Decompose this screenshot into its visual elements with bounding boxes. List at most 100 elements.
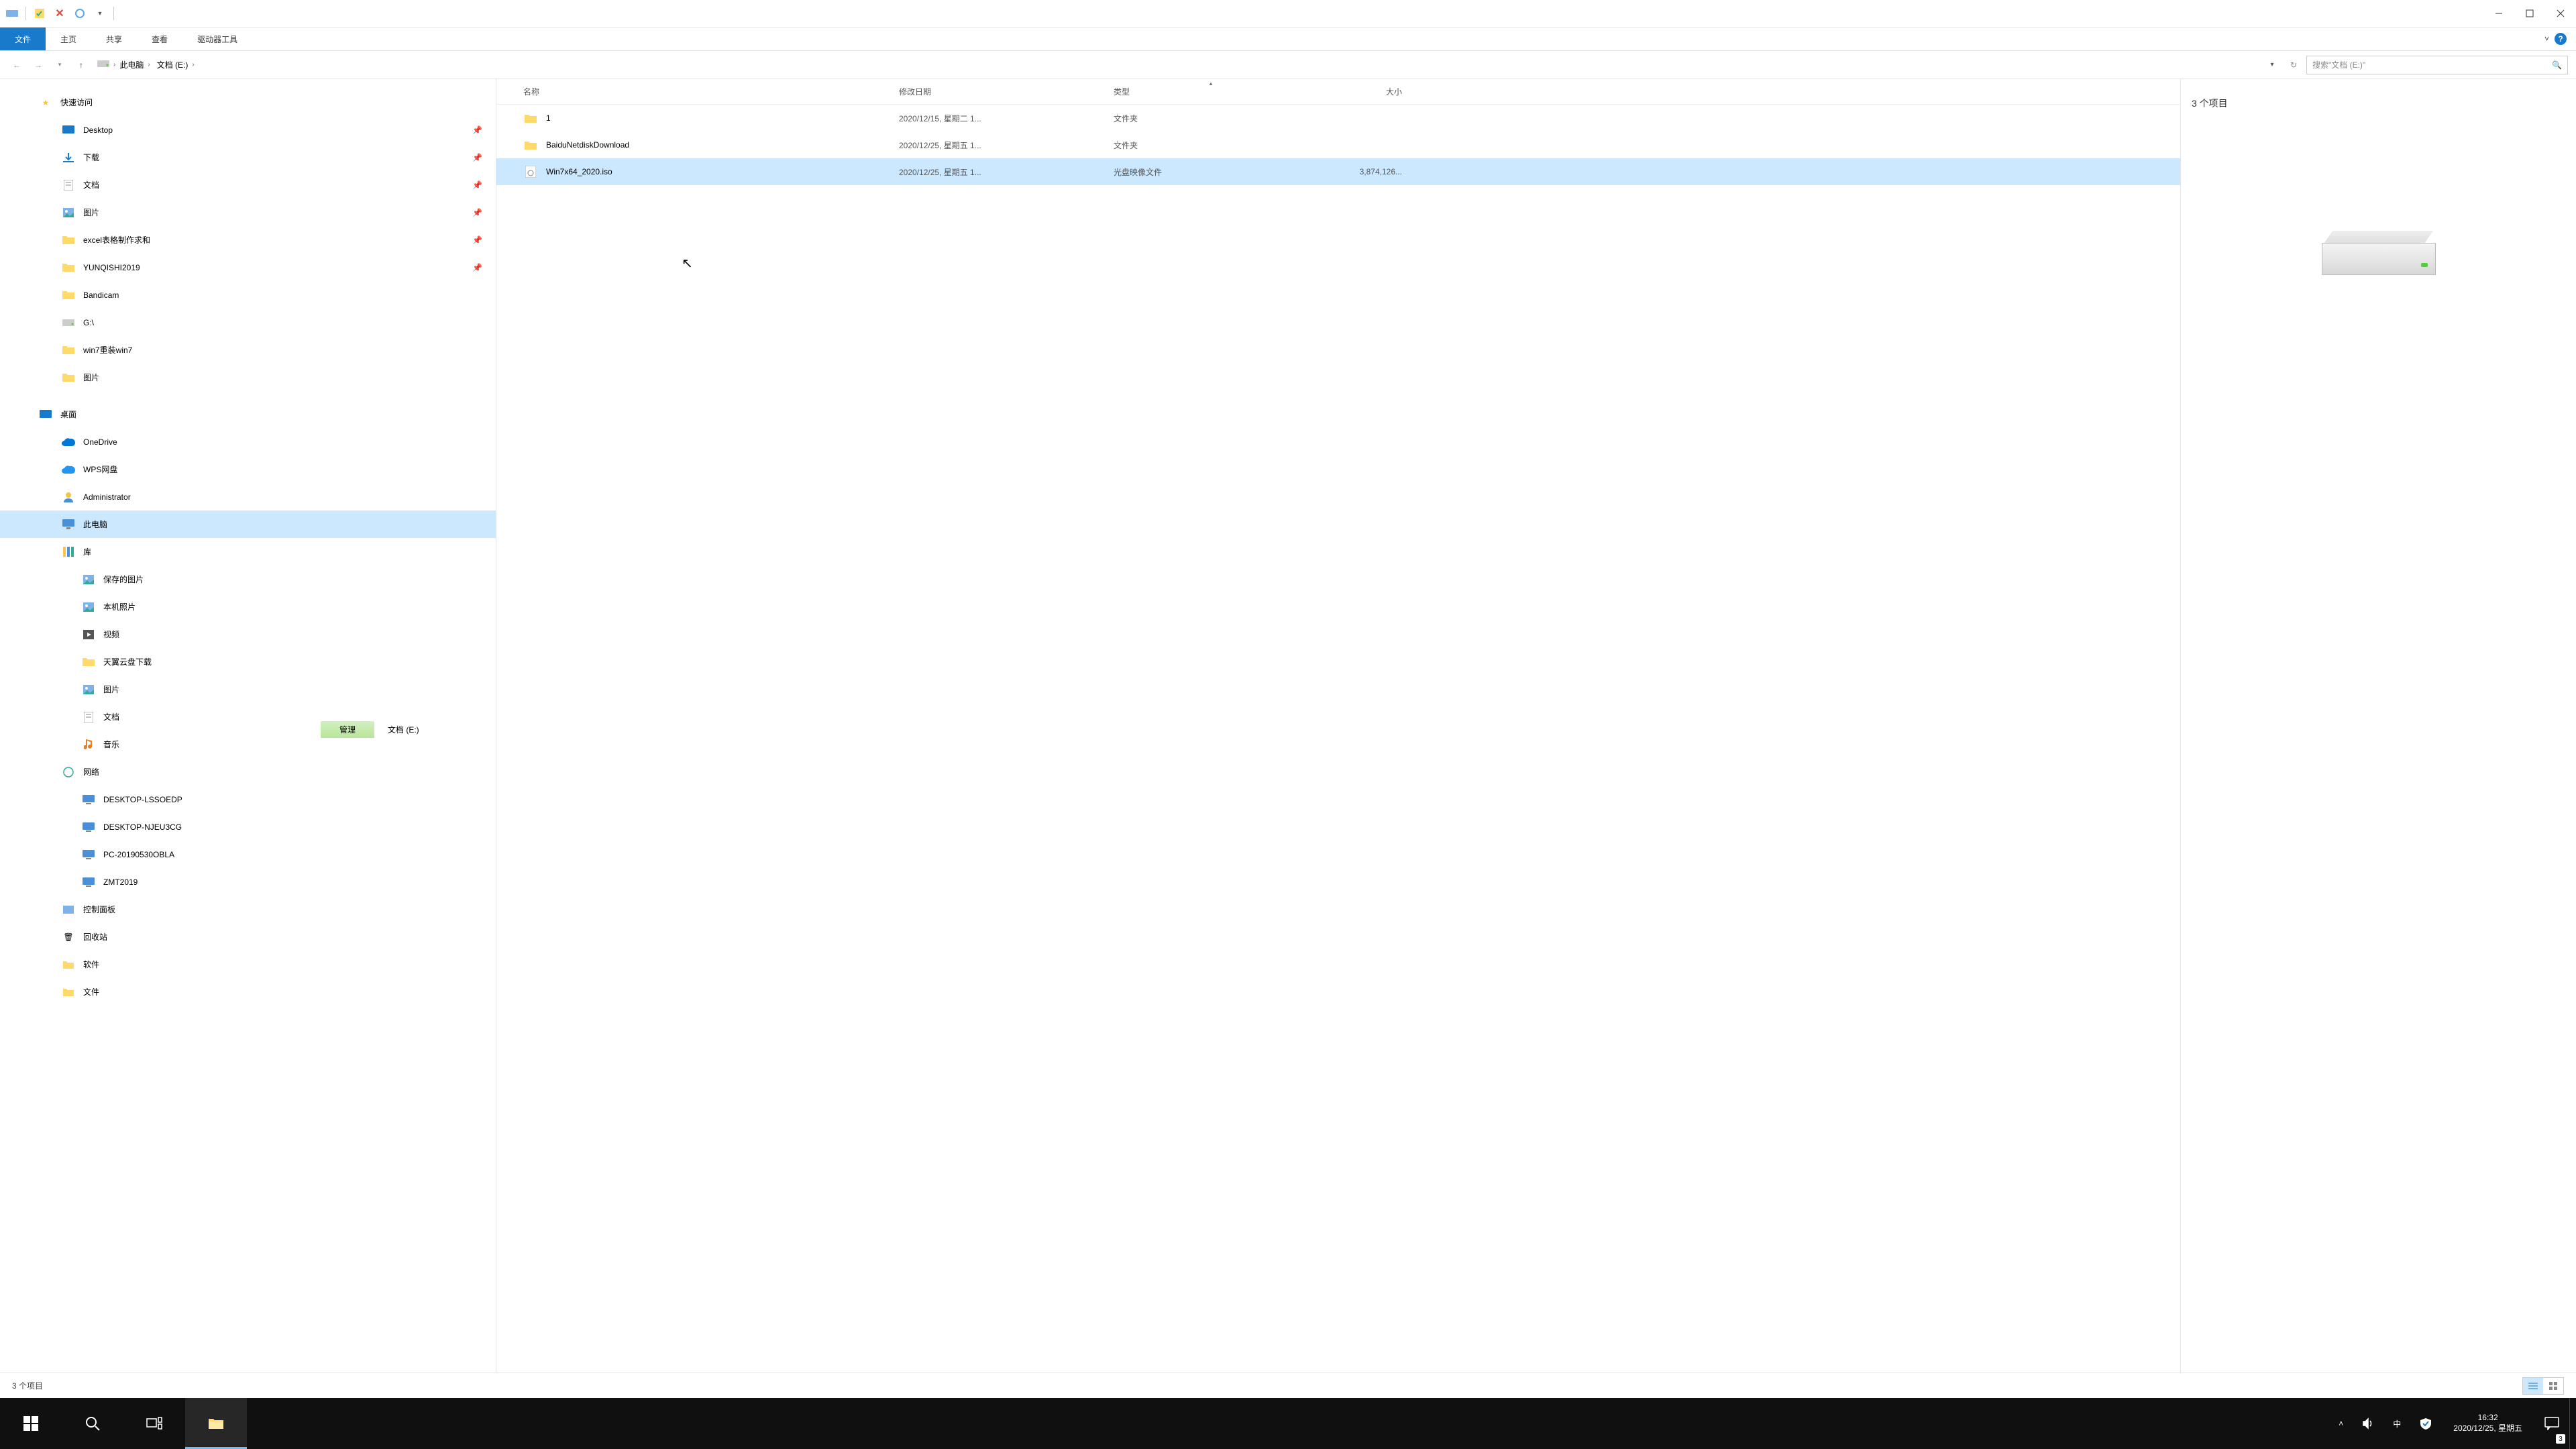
tree-library-item[interactable]: 文档 — [0, 703, 496, 731]
libraries-icon — [62, 545, 75, 559]
desktop-icon — [39, 408, 52, 421]
pin-icon: 📌 — [472, 263, 482, 272]
cell-type: 文件夹 — [1114, 140, 1295, 151]
notification-badge: 3 — [2556, 1434, 2565, 1444]
show-desktop-button[interactable] — [2569, 1398, 2576, 1449]
ribbon-tab-view[interactable]: 查看 — [137, 28, 182, 50]
tree-quick-item[interactable]: 图片 — [0, 364, 496, 391]
taskbar: ˄ 中 16:32 2020/12/25, 星期五 3 — [0, 1398, 2576, 1449]
tray-notifications-button[interactable]: 3 — [2534, 1398, 2569, 1449]
titlebar: ✕ ▾ 管理 文档 (E:) — [0, 0, 2576, 28]
tree-library-item[interactable]: 视频 — [0, 621, 496, 648]
nav-recent-dropdown[interactable]: ▾ — [51, 56, 68, 74]
tree-network-item[interactable]: PC-20190530OBLA — [0, 841, 496, 868]
col-header-type[interactable]: 类型 — [1114, 86, 1295, 97]
search-icon[interactable]: 🔍 — [2552, 60, 2562, 70]
col-header-date[interactable]: 修改日期 — [899, 86, 1114, 97]
tree-quick-item[interactable]: Bandicam — [0, 281, 496, 309]
tree-folder-files[interactable]: 文件 — [0, 978, 496, 1006]
tree-quick-item[interactable]: Desktop📌 — [0, 116, 496, 144]
folder-icon — [523, 138, 538, 152]
tree-network-item[interactable]: ZMT2019 — [0, 868, 496, 896]
tree-network[interactable]: 网络 — [0, 758, 496, 786]
navigation-pane[interactable]: ★ 快速访问 Desktop📌下载📌文档📌图片📌excel表格制作求和📌YUNQ… — [0, 79, 496, 1373]
ribbon-tab-file[interactable]: 文件 — [0, 28, 46, 50]
tree-recycle-bin[interactable]: 🗑 回收站 — [0, 923, 496, 951]
qat-undo-icon[interactable] — [73, 7, 87, 20]
tree-library-item[interactable]: 本机照片 — [0, 593, 496, 621]
tree-quick-item[interactable]: G:\ — [0, 309, 496, 336]
tree-library-item[interactable]: 保存的图片 — [0, 566, 496, 593]
tree-desktop-item[interactable]: WPS网盘 — [0, 455, 496, 483]
nav-up-button[interactable]: ↑ — [72, 56, 90, 74]
start-button[interactable] — [0, 1398, 62, 1449]
ribbon-tab-share[interactable]: 共享 — [91, 28, 137, 50]
col-header-size[interactable]: 大小 — [1295, 86, 1415, 97]
file-row[interactable]: Win7x64_2020.iso2020/12/25, 星期五 1...光盘映像… — [496, 158, 2180, 185]
tree-library-item[interactable]: 图片 — [0, 676, 496, 703]
tree-network-item[interactable]: DESKTOP-NJEU3CG — [0, 813, 496, 841]
tree-control-panel[interactable]: 控制面板 — [0, 896, 496, 923]
tree-desktop-item[interactable]: OneDrive — [0, 428, 496, 455]
tray-security-icon[interactable] — [2410, 1398, 2441, 1449]
tree-quick-item[interactable]: 图片📌 — [0, 199, 496, 226]
address-dropdown-icon[interactable]: ▾ — [2263, 56, 2281, 74]
tree-quick-item[interactable]: YUNQISHI2019📌 — [0, 254, 496, 281]
tree-desktop-root[interactable]: 桌面 — [0, 400, 496, 428]
taskbar-search-button[interactable] — [62, 1398, 123, 1449]
tree-quick-item[interactable]: win7重装win7 — [0, 336, 496, 364]
search-input[interactable]: 搜索"文档 (E:)" 🔍 — [2306, 56, 2568, 74]
qat-properties-icon[interactable] — [33, 7, 46, 20]
breadcrumb-thispc[interactable]: 此电脑› — [117, 58, 152, 72]
tree-quick-item[interactable]: excel表格制作求和📌 — [0, 226, 496, 254]
close-button[interactable] — [2545, 3, 2576, 23]
pin-icon: 📌 — [472, 125, 482, 135]
file-list[interactable]: 12020/12/15, 星期二 1...文件夹BaiduNetdiskDown… — [496, 105, 2180, 1373]
file-row[interactable]: 12020/12/15, 星期二 1...文件夹 — [496, 105, 2180, 131]
tree-desktop-item[interactable]: 此电脑 — [0, 511, 496, 538]
tree-library-item[interactable]: 音乐 — [0, 731, 496, 758]
tray-volume-icon[interactable] — [2353, 1398, 2383, 1449]
tree-quick-access[interactable]: ★ 快速访问 — [0, 89, 496, 116]
help-icon[interactable]: ? — [2555, 33, 2567, 45]
mouse-cursor-icon: ↖ — [682, 255, 693, 272]
downloads-icon — [62, 151, 75, 164]
video-icon — [82, 628, 95, 641]
minimize-button[interactable] — [2483, 3, 2514, 23]
tree-quick-item[interactable]: 文档📌 — [0, 171, 496, 199]
tray-clock[interactable]: 16:32 2020/12/25, 星期五 — [2441, 1398, 2534, 1449]
nav-forward-button[interactable]: → — [30, 56, 47, 74]
tree-quick-item[interactable]: 下载📌 — [0, 144, 496, 171]
tray-ime-indicator[interactable]: 中 — [2383, 1398, 2410, 1449]
taskbar-explorer-button[interactable] — [185, 1398, 247, 1449]
folder-icon — [82, 655, 95, 669]
documents-icon — [82, 710, 95, 724]
col-header-name[interactable]: 名称 — [523, 86, 899, 97]
ribbon-tab-drive-tools[interactable]: 驱动器工具 — [182, 28, 252, 50]
file-row[interactable]: BaiduNetdiskDownload2020/12/25, 星期五 1...… — [496, 131, 2180, 158]
qat-delete-icon[interactable]: ✕ — [53, 7, 66, 20]
view-mode-toggles — [2522, 1377, 2564, 1395]
ribbon-tab-home[interactable]: 主页 — [46, 28, 91, 50]
recycle-bin-icon: 🗑 — [62, 930, 75, 944]
chevron-right-icon[interactable]: › — [113, 61, 115, 68]
tree-folder-software[interactable]: 软件 — [0, 951, 496, 978]
view-thumbnails-button[interactable] — [2543, 1378, 2563, 1394]
quick-access-toolbar: ✕ ▾ — [0, 7, 119, 20]
maximize-button[interactable] — [2514, 3, 2545, 23]
task-view-button[interactable] — [123, 1398, 185, 1449]
folder-icon — [62, 343, 75, 357]
qat-app-icon[interactable] — [5, 7, 19, 20]
tree-desktop-item[interactable]: Administrator — [0, 483, 496, 511]
explorer-window: ✕ ▾ 管理 文档 (E:) 文件 主页 共享 查看 驱动器工具 ˅ ? ← →… — [0, 0, 2576, 1398]
qat-dropdown-icon[interactable]: ▾ — [93, 7, 107, 20]
ribbon-expand-icon[interactable]: ˅ — [2544, 34, 2549, 44]
breadcrumb-drive-e[interactable]: 文档 (E:)› — [154, 58, 197, 72]
tray-overflow-button[interactable]: ˄ — [2329, 1398, 2353, 1449]
nav-back-button[interactable]: ← — [8, 56, 25, 74]
tree-network-item[interactable]: DESKTOP-LSSOEDP — [0, 786, 496, 813]
view-details-button[interactable] — [2523, 1378, 2543, 1394]
tree-library-item[interactable]: 天翼云盘下载 — [0, 648, 496, 676]
refresh-button[interactable]: ↻ — [2285, 56, 2302, 74]
tree-desktop-item[interactable]: 库 — [0, 538, 496, 566]
